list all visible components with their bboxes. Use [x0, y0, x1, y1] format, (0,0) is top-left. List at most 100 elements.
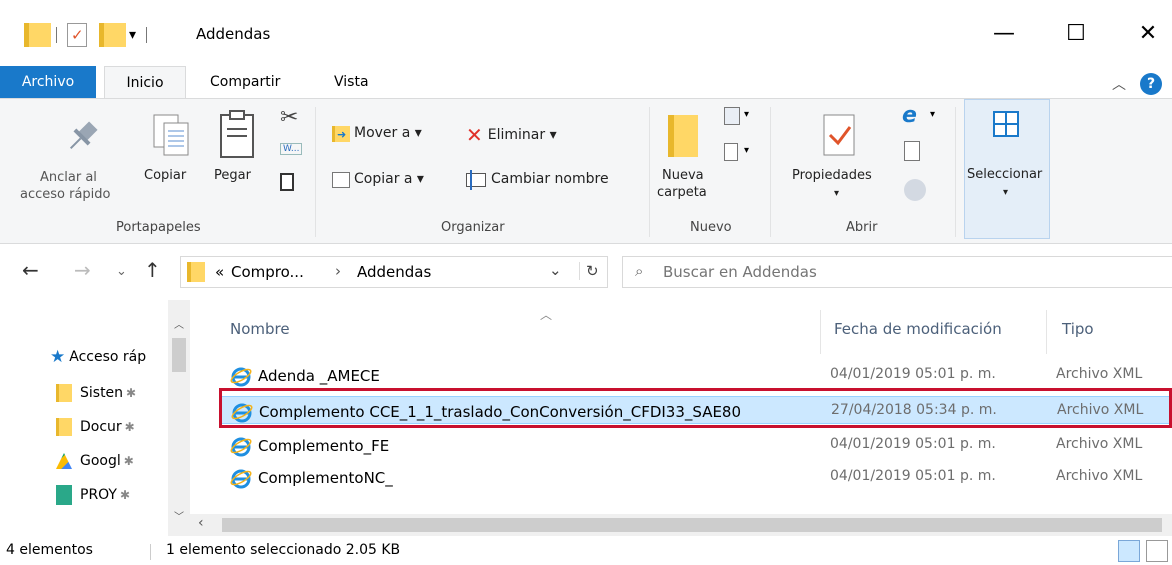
history-icon[interactable]	[904, 179, 926, 201]
group-separator	[315, 107, 316, 237]
file-name: ComplementoNC_	[258, 469, 393, 487]
nav-item-proyectos[interactable]: PROY ✱	[56, 482, 130, 508]
paste-shortcut-icon[interactable]	[280, 173, 294, 191]
sort-ascending-chevron-icon: ︿	[540, 308, 553, 322]
up-arrow-icon[interactable]: ↑	[144, 258, 161, 282]
help-icon[interactable]: ?	[1140, 73, 1162, 95]
rename-button[interactable]: Cambiar nombre	[466, 169, 609, 190]
tab-home[interactable]: Inicio	[104, 66, 186, 98]
new-item-icon[interactable]	[724, 107, 740, 125]
file-list-horizontal-scrollbar[interactable]: ‹	[190, 514, 1172, 536]
address-dropdown-chevron-icon[interactable]: ⌄	[549, 261, 562, 279]
search-input[interactable]	[663, 261, 1143, 283]
minimize-button[interactable]: —	[976, 14, 1032, 54]
folder-icon	[56, 418, 72, 436]
search-box[interactable]: ⌕	[622, 256, 1172, 288]
tab-share[interactable]: Compartir	[196, 66, 294, 98]
close-button[interactable]: ✕	[1120, 14, 1172, 54]
easy-access-icon[interactable]	[724, 143, 738, 161]
column-separator[interactable]	[1046, 310, 1047, 354]
file-date: 04/01/2019 05:01 p. m.	[830, 436, 996, 452]
ribbon: Anclar al acceso rápido Copiar Pegar ✂ W…	[0, 98, 1172, 244]
file-row[interactable]: Complemento_FE 04/01/2019 05:01 p. m. Ar…	[220, 431, 1172, 459]
column-header-date[interactable]: Fecha de modificación	[834, 320, 1002, 338]
column-separator[interactable]	[820, 310, 821, 354]
title-bar: ▾ Addendas — ☐ ✕	[0, 0, 1172, 66]
file-type: Archivo XML	[1056, 436, 1143, 452]
forward-arrow-icon[interactable]: →	[74, 258, 91, 282]
breadcrumb-addendas[interactable]: Addendas	[357, 263, 431, 281]
nav-quick-access[interactable]: ★ Acceso ráp	[50, 344, 146, 370]
delete-button[interactable]: ✕ Eliminar ▾	[466, 123, 557, 147]
properties-chevron-icon: ▾	[834, 188, 840, 199]
open-chevron-icon[interactable]: ▾	[930, 109, 935, 120]
edit-icon[interactable]	[904, 141, 920, 161]
easy-access-chevron-icon[interactable]: ▾	[744, 145, 749, 156]
xml-file-ie-icon	[230, 367, 252, 387]
new-folder-icon[interactable]	[99, 23, 126, 47]
paste-label: Pegar	[214, 168, 251, 183]
details-view-icon[interactable]	[1118, 540, 1140, 562]
tab-view[interactable]: Vista	[320, 66, 383, 98]
group-separator	[955, 107, 956, 237]
breadcrumb-separator[interactable]: ›	[335, 262, 341, 280]
nav-pane-scroll-thumb[interactable]	[172, 338, 186, 372]
scissors-icon[interactable]: ✂	[280, 105, 298, 130]
nav-item-documentos[interactable]: Docur ✱	[56, 414, 135, 440]
open-ie-icon[interactable]: e	[902, 103, 917, 128]
maximize-button[interactable]: ☐	[1048, 14, 1104, 54]
google-drive-icon	[56, 453, 72, 469]
search-icon: ⌕	[635, 262, 644, 280]
nav-quick-access-label: Acceso ráp	[69, 349, 147, 365]
group-separator	[770, 107, 771, 237]
pin-label-line1: Anclar al	[40, 170, 97, 185]
back-arrow-icon[interactable]: ←	[22, 258, 39, 282]
column-header-type[interactable]: Tipo	[1062, 320, 1094, 338]
nav-pane-scrollbar[interactable]: ︿ ﹀	[168, 300, 190, 536]
scroll-left-chevron-icon[interactable]: ‹	[198, 515, 204, 531]
scroll-down-chevron-icon[interactable]: ﹀	[174, 508, 184, 523]
tab-file[interactable]: Archivo	[0, 66, 96, 98]
file-name: Adenda _AMECE	[258, 367, 380, 385]
toolbar-separator	[56, 27, 57, 43]
file-row[interactable]: ComplementoNC_ 04/01/2019 05:01 p. m. Ar…	[220, 463, 1172, 491]
breadcrumb-comprobantes[interactable]: Compro...	[231, 263, 304, 281]
copy-path-icon[interactable]: W...	[280, 143, 303, 155]
status-selection: 1 elemento seleccionado 2.05 KB	[166, 542, 401, 558]
nav-item-label: Googl	[80, 453, 121, 469]
toolbar-separator	[146, 27, 148, 43]
customize-toolbar-chevron-icon[interactable]: ▾	[129, 27, 136, 43]
file-row[interactable]: Adenda _AMECE 04/01/2019 05:01 p. m. Arc…	[220, 361, 1172, 389]
address-bar[interactable]: « Compro... › Addendas ⌄ ↻	[180, 256, 608, 288]
clipboard-icon	[220, 110, 254, 158]
properties-icon[interactable]	[67, 23, 87, 47]
folder-icon	[24, 23, 51, 47]
file-type: Archivo XML	[1056, 366, 1143, 382]
file-name: Complemento_FE	[258, 437, 390, 455]
copy-to-label: Copiar a ▾	[354, 171, 424, 187]
nav-item-google-drive[interactable]: Googl ✱	[56, 448, 134, 474]
move-folder-icon: ➜	[332, 125, 350, 142]
select-button[interactable]: Seleccionar ▾	[964, 99, 1050, 239]
column-header-name[interactable]: Nombre	[230, 320, 290, 338]
status-item-count: 4 elementos	[6, 542, 93, 558]
nav-item-sistema[interactable]: Sisten ✱	[56, 380, 136, 406]
recent-locations-chevron-icon[interactable]: ⌄	[116, 264, 127, 279]
rename-icon	[466, 169, 486, 190]
refresh-icon[interactable]: ↻	[579, 262, 599, 280]
breadcrumb-overflow[interactable]: «	[215, 263, 224, 281]
move-to-button[interactable]: ➜ Mover a ▾	[332, 125, 422, 142]
new-item-chevron-icon[interactable]: ▾	[744, 109, 749, 120]
horizontal-scroll-thumb[interactable]	[222, 518, 1162, 532]
pin-icon: ✱	[123, 454, 134, 468]
copy-to-button[interactable]: Copiar a ▾	[332, 171, 424, 188]
pin-icon: ✱	[119, 488, 131, 502]
large-icons-view-icon[interactable]	[1146, 540, 1168, 562]
navigation-bar: ← → ⌄ ↑ « Compro... › Addendas ⌄ ↻ ⌕	[0, 244, 1172, 300]
select-label: Seleccionar	[967, 167, 1043, 182]
chevron-up-icon[interactable]: ︿	[1112, 74, 1126, 94]
window-title: Addendas	[196, 25, 271, 43]
scroll-up-chevron-icon[interactable]: ︿	[174, 316, 184, 331]
file-date: 04/01/2019 05:01 p. m.	[830, 468, 996, 484]
new-folder-icon	[668, 115, 698, 157]
